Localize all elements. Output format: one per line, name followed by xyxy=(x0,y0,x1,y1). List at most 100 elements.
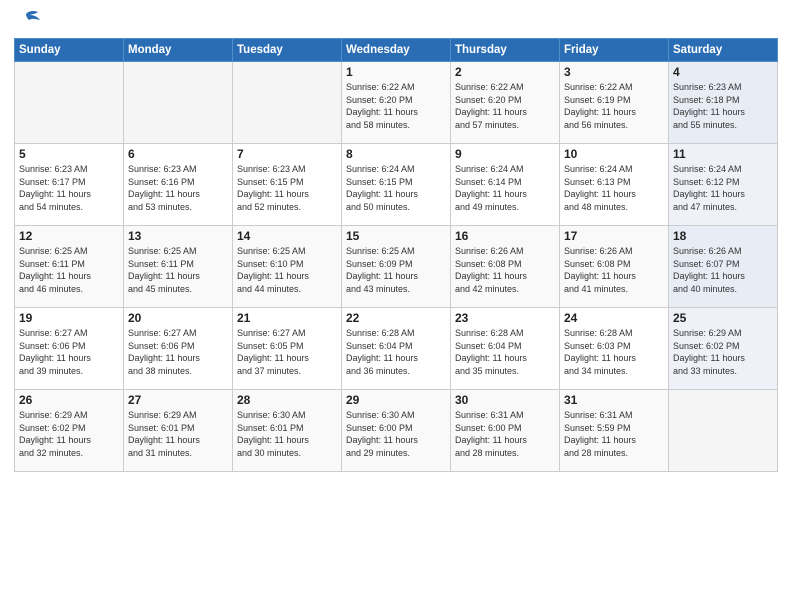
day-number: 28 xyxy=(237,393,337,407)
day-number: 31 xyxy=(564,393,664,407)
day-cell: 17 Sunrise: 6:26 AM Sunset: 6:08 PM Dayli… xyxy=(560,226,669,308)
day-number: 29 xyxy=(346,393,446,407)
day-cell: 4Sunrise: 6:23 AM Sunset: 6:18 PM Daylig… xyxy=(669,62,778,144)
day-number: 25 xyxy=(673,311,773,325)
day-number: 17 xyxy=(564,229,664,243)
day-cell: 20 Sunrise: 6:27 AM Sunset: 6:06 PM Dayli… xyxy=(124,308,233,390)
day-number: 3 xyxy=(564,65,664,79)
day-cell: 15 Sunrise: 6:25 AM Sunset: 6:09 PM Dayli… xyxy=(342,226,451,308)
day-cell: 12Sunrise: 6:25 AM Sunset: 6:11 PM Dayli… xyxy=(15,226,124,308)
week-row-3: 12Sunrise: 6:25 AM Sunset: 6:11 PM Dayli… xyxy=(15,226,778,308)
day-cell: 19 Sunrise: 6:27 AM Sunset: 6:06 PM Dayli… xyxy=(15,308,124,390)
day-info: Sunrise: 6:25 AM Sunset: 6:11 PM Dayligh… xyxy=(19,245,119,295)
day-info: Sunrise: 6:30 AM Sunset: 6:00 PM Dayligh… xyxy=(346,409,446,459)
day-number: 19 xyxy=(19,311,119,325)
day-cell: 2 Sunrise: 6:22 AM Sunset: 6:20 PM Daylig… xyxy=(451,62,560,144)
day-number: 5 xyxy=(19,147,119,161)
day-cell: 25Sunrise: 6:29 AM Sunset: 6:02 PM Dayli… xyxy=(669,308,778,390)
day-number: 11 xyxy=(673,147,773,161)
day-number: 27 xyxy=(128,393,228,407)
day-info: Sunrise: 6:24 AM Sunset: 6:12 PM Dayligh… xyxy=(673,163,773,213)
day-info: Sunrise: 6:22 AM Sunset: 6:20 PM Dayligh… xyxy=(455,81,555,131)
day-info: Sunrise: 6:24 AM Sunset: 6:14 PM Dayligh… xyxy=(455,163,555,213)
day-number: 15 xyxy=(346,229,446,243)
day-cell: 6 Sunrise: 6:23 AM Sunset: 6:16 PM Daylig… xyxy=(124,144,233,226)
day-number: 26 xyxy=(19,393,119,407)
day-cell: 3 Sunrise: 6:22 AM Sunset: 6:19 PM Daylig… xyxy=(560,62,669,144)
day-number: 13 xyxy=(128,229,228,243)
day-cell: 24Sunrise: 6:28 AM Sunset: 6:03 PM Dayli… xyxy=(560,308,669,390)
day-number: 30 xyxy=(455,393,555,407)
day-cell: 22 Sunrise: 6:28 AM Sunset: 6:04 PM Dayli… xyxy=(342,308,451,390)
day-cell: 21 Sunrise: 6:27 AM Sunset: 6:05 PM Dayli… xyxy=(233,308,342,390)
day-info: Sunrise: 6:25 AM Sunset: 6:09 PM Dayligh… xyxy=(346,245,446,295)
day-number: 23 xyxy=(455,311,555,325)
day-number: 9 xyxy=(455,147,555,161)
day-info: Sunrise: 6:24 AM Sunset: 6:15 PM Dayligh… xyxy=(346,163,446,213)
day-number: 2 xyxy=(455,65,555,79)
day-info: Sunrise: 6:25 AM Sunset: 6:10 PM Dayligh… xyxy=(237,245,337,295)
day-number: 1 xyxy=(346,65,446,79)
day-cell: 29 Sunrise: 6:30 AM Sunset: 6:00 PM Dayli… xyxy=(342,390,451,472)
day-info: Sunrise: 6:23 AM Sunset: 6:16 PM Dayligh… xyxy=(128,163,228,213)
day-cell: 23 Sunrise: 6:28 AM Sunset: 6:04 PM Dayli… xyxy=(451,308,560,390)
day-info: Sunrise: 6:27 AM Sunset: 6:05 PM Dayligh… xyxy=(237,327,337,377)
day-info: Sunrise: 6:22 AM Sunset: 6:19 PM Dayligh… xyxy=(564,81,664,131)
calendar: SundayMondayTuesdayWednesdayThursdayFrid… xyxy=(14,38,778,472)
day-number: 4 xyxy=(673,65,773,79)
logo xyxy=(14,10,40,30)
day-info: Sunrise: 6:24 AM Sunset: 6:13 PM Dayligh… xyxy=(564,163,664,213)
day-number: 7 xyxy=(237,147,337,161)
day-number: 18 xyxy=(673,229,773,243)
day-cell: 8Sunrise: 6:24 AM Sunset: 6:15 PM Daylig… xyxy=(342,144,451,226)
day-cell: 16Sunrise: 6:26 AM Sunset: 6:08 PM Dayli… xyxy=(451,226,560,308)
day-cell: 14 Sunrise: 6:25 AM Sunset: 6:10 PM Dayli… xyxy=(233,226,342,308)
col-header-saturday: Saturday xyxy=(669,39,778,62)
col-header-monday: Monday xyxy=(124,39,233,62)
day-cell: 7 Sunrise: 6:23 AM Sunset: 6:15 PM Daylig… xyxy=(233,144,342,226)
col-header-tuesday: Tuesday xyxy=(233,39,342,62)
day-number: 6 xyxy=(128,147,228,161)
day-cell: 11 Sunrise: 6:24 AM Sunset: 6:12 PM Dayli… xyxy=(669,144,778,226)
day-info: Sunrise: 6:23 AM Sunset: 6:17 PM Dayligh… xyxy=(19,163,119,213)
day-info: Sunrise: 6:31 AM Sunset: 5:59 PM Dayligh… xyxy=(564,409,664,459)
day-info: Sunrise: 6:27 AM Sunset: 6:06 PM Dayligh… xyxy=(128,327,228,377)
day-info: Sunrise: 6:26 AM Sunset: 6:07 PM Dayligh… xyxy=(673,245,773,295)
day-info: Sunrise: 6:27 AM Sunset: 6:06 PM Dayligh… xyxy=(19,327,119,377)
day-number: 20 xyxy=(128,311,228,325)
day-info: Sunrise: 6:23 AM Sunset: 6:15 PM Dayligh… xyxy=(237,163,337,213)
day-info: Sunrise: 6:28 AM Sunset: 6:04 PM Dayligh… xyxy=(455,327,555,377)
day-info: Sunrise: 6:30 AM Sunset: 6:01 PM Dayligh… xyxy=(237,409,337,459)
page: SundayMondayTuesdayWednesdayThursdayFrid… xyxy=(0,0,792,612)
week-row-5: 26 Sunrise: 6:29 AM Sunset: 6:02 PM Dayli… xyxy=(15,390,778,472)
day-number: 21 xyxy=(237,311,337,325)
day-cell: 9 Sunrise: 6:24 AM Sunset: 6:14 PM Daylig… xyxy=(451,144,560,226)
day-cell: 18 Sunrise: 6:26 AM Sunset: 6:07 PM Dayli… xyxy=(669,226,778,308)
day-cell xyxy=(15,62,124,144)
col-header-sunday: Sunday xyxy=(15,39,124,62)
day-cell: 28 Sunrise: 6:30 AM Sunset: 6:01 PM Dayli… xyxy=(233,390,342,472)
day-cell: 27Sunrise: 6:29 AM Sunset: 6:01 PM Dayli… xyxy=(124,390,233,472)
day-info: Sunrise: 6:29 AM Sunset: 6:02 PM Dayligh… xyxy=(19,409,119,459)
day-cell: 5 Sunrise: 6:23 AM Sunset: 6:17 PM Daylig… xyxy=(15,144,124,226)
day-info: Sunrise: 6:22 AM Sunset: 6:20 PM Dayligh… xyxy=(346,81,446,131)
day-number: 16 xyxy=(455,229,555,243)
day-cell: 30 Sunrise: 6:31 AM Sunset: 6:00 PM Dayli… xyxy=(451,390,560,472)
col-header-wednesday: Wednesday xyxy=(342,39,451,62)
day-number: 10 xyxy=(564,147,664,161)
day-info: Sunrise: 6:28 AM Sunset: 6:04 PM Dayligh… xyxy=(346,327,446,377)
week-row-1: 1 Sunrise: 6:22 AM Sunset: 6:20 PM Daylig… xyxy=(15,62,778,144)
week-row-4: 19 Sunrise: 6:27 AM Sunset: 6:06 PM Dayli… xyxy=(15,308,778,390)
logo-bird-icon xyxy=(18,10,40,30)
day-info: Sunrise: 6:26 AM Sunset: 6:08 PM Dayligh… xyxy=(564,245,664,295)
col-header-thursday: Thursday xyxy=(451,39,560,62)
day-cell: 13Sunrise: 6:25 AM Sunset: 6:11 PM Dayli… xyxy=(124,226,233,308)
day-cell: 1 Sunrise: 6:22 AM Sunset: 6:20 PM Daylig… xyxy=(342,62,451,144)
day-number: 22 xyxy=(346,311,446,325)
day-cell: 26 Sunrise: 6:29 AM Sunset: 6:02 PM Dayli… xyxy=(15,390,124,472)
day-info: Sunrise: 6:31 AM Sunset: 6:00 PM Dayligh… xyxy=(455,409,555,459)
day-number: 14 xyxy=(237,229,337,243)
day-info: Sunrise: 6:28 AM Sunset: 6:03 PM Dayligh… xyxy=(564,327,664,377)
day-cell: 31 Sunrise: 6:31 AM Sunset: 5:59 PM Dayli… xyxy=(560,390,669,472)
day-cell xyxy=(233,62,342,144)
